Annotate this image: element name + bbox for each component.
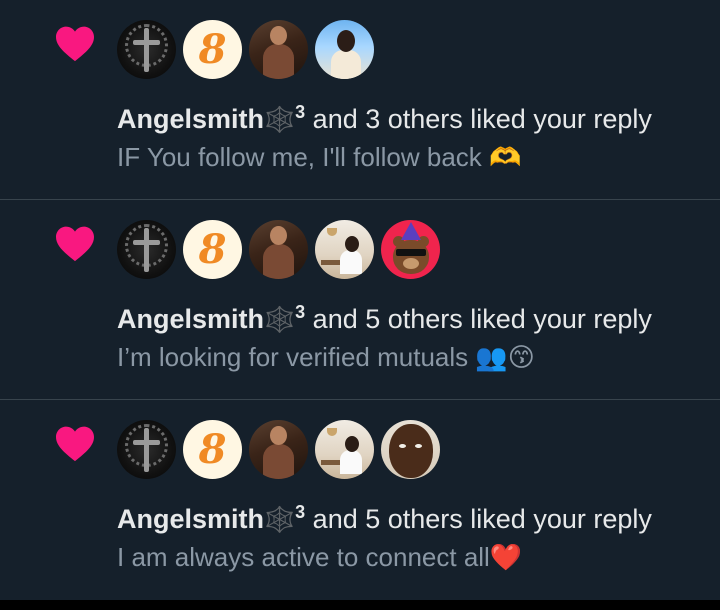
- woman-portrait-avatar[interactable]: [249, 420, 308, 479]
- rosary-avatar[interactable]: [117, 20, 176, 79]
- spiderweb-emoji: 🕸️: [264, 106, 296, 134]
- reply-snippet: I’m looking for verified mutuals 👥😙: [117, 342, 535, 372]
- spiderweb-emoji: 🕸️: [264, 506, 296, 534]
- actor-name[interactable]: Angelsmith: [117, 304, 264, 334]
- cafe-portrait-avatar[interactable]: [315, 420, 374, 479]
- rosary-avatar[interactable]: [117, 420, 176, 479]
- notification-text: Angelsmith🕸️3 and 5 others liked your re…: [117, 494, 652, 538]
- action-text: and 5 others liked your reply: [305, 304, 652, 334]
- liker-avatars: 8: [117, 20, 381, 79]
- woman-portrait-avatar[interactable]: [249, 20, 308, 79]
- logo-avatar[interactable]: 8: [183, 420, 242, 479]
- notifications-feed: 8 Angelsmith🕸️3 and 3 others liked your …: [0, 0, 720, 600]
- bear-avatar[interactable]: [381, 220, 440, 279]
- reply-snippet: IF You follow me, I'll follow back 🫶: [117, 142, 522, 172]
- heart-icon: [56, 426, 94, 462]
- spiderweb-emoji: 🕸️: [264, 306, 296, 334]
- rosary-avatar[interactable]: [117, 220, 176, 279]
- notification-text: Angelsmith🕸️3 and 5 others liked your re…: [117, 294, 652, 338]
- heart-icon: [56, 226, 94, 262]
- man-portrait-avatar[interactable]: [381, 420, 440, 479]
- beach-portrait-avatar[interactable]: [315, 20, 374, 79]
- notification-item[interactable]: 8 Angelsmith🕸️3 and 3 others liked your …: [0, 0, 720, 200]
- woman-portrait-avatar[interactable]: [249, 220, 308, 279]
- logo-avatar[interactable]: 8: [183, 220, 242, 279]
- action-text: and 5 others liked your reply: [305, 504, 652, 534]
- logo-avatar[interactable]: 8: [183, 20, 242, 79]
- actor-superscript: 3: [295, 502, 306, 522]
- action-text: and 3 others liked your reply: [305, 104, 652, 134]
- actor-superscript: 3: [295, 302, 306, 322]
- actor-name[interactable]: Angelsmith: [117, 104, 264, 134]
- heart-icon: [56, 26, 94, 62]
- actor-name[interactable]: Angelsmith: [117, 504, 264, 534]
- liker-avatars: 8: [117, 220, 447, 279]
- notification-item[interactable]: 8 Angelsmith🕸️3 and 5 others liked your …: [0, 400, 720, 600]
- notification-item[interactable]: 8 Angelsmith🕸️3 and 5 others liked your …: [0, 200, 720, 400]
- notification-text: Angelsmith🕸️3 and 3 others liked your re…: [117, 94, 652, 138]
- bottom-edge: [0, 600, 720, 610]
- liker-avatars: 8: [117, 420, 447, 479]
- cafe-portrait-avatar[interactable]: [315, 220, 374, 279]
- reply-snippet: I am always active to connect all❤️: [117, 542, 523, 572]
- actor-superscript: 3: [295, 102, 306, 122]
